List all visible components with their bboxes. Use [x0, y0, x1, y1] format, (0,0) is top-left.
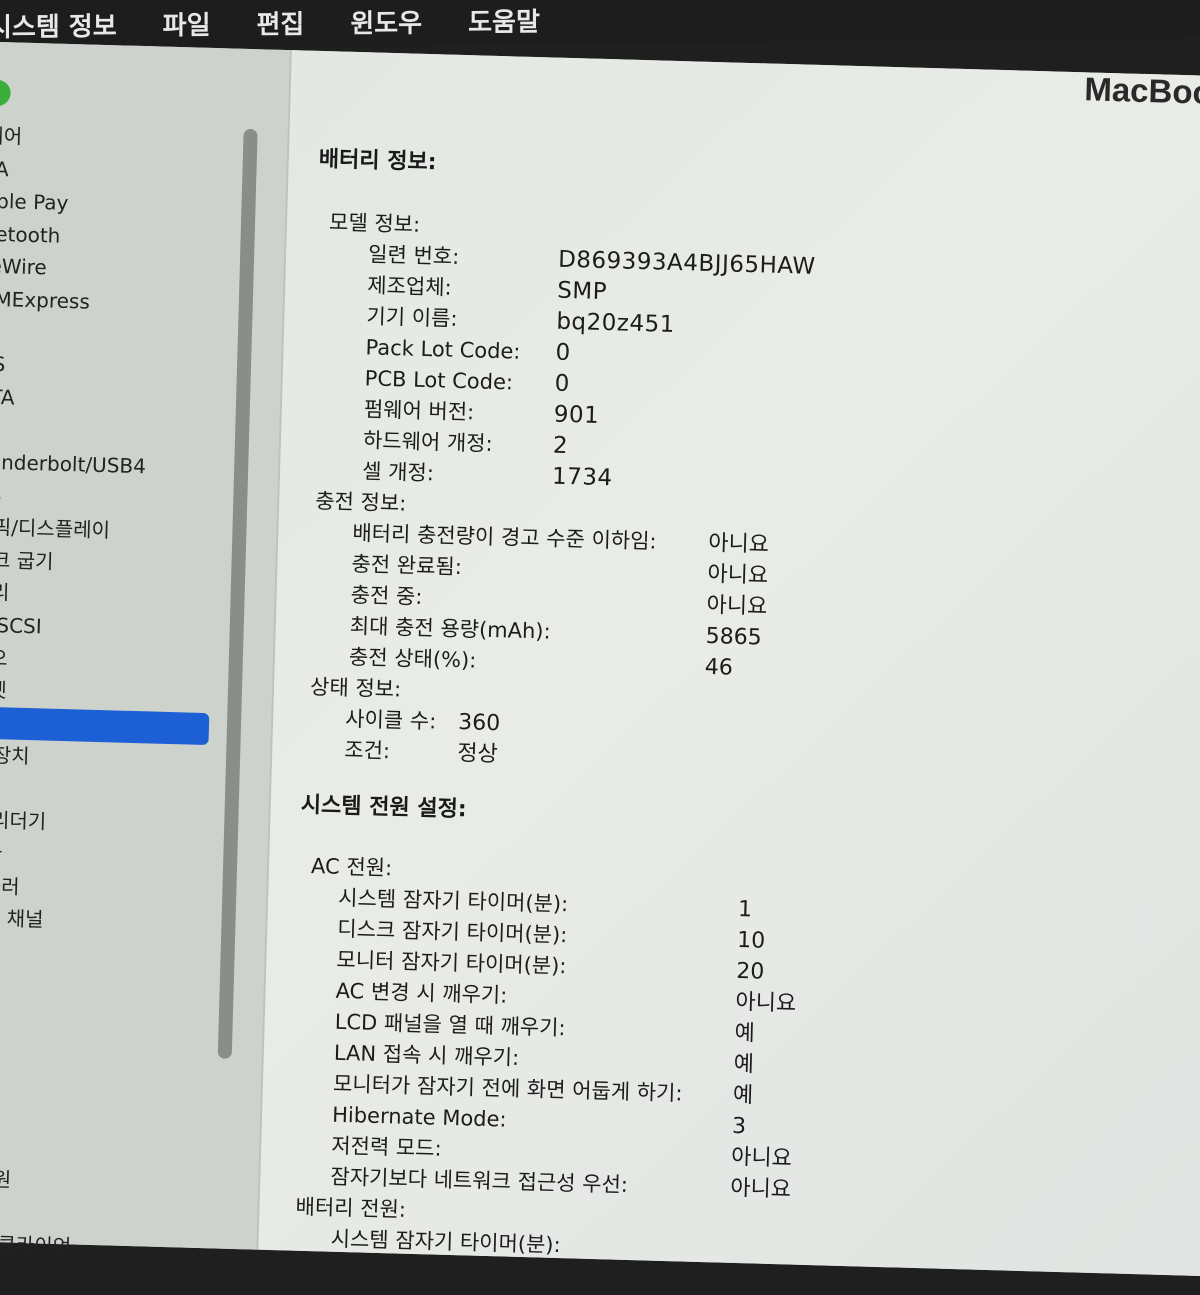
charge-info-rows: 배터리 충전량이 경고 수준 이하임:아니요충전 완료됨:아니요충전 중:아니요… [305, 517, 1200, 697]
info-label: 저전력 모드: [291, 1130, 442, 1165]
sidebar-item-label: 리형 클라이언 [0, 1231, 71, 1258]
info-value: 10 [737, 925, 766, 957]
sidebar-item-label: uetooth [0, 221, 61, 247]
sidebar-item-label: pple Pay [0, 189, 69, 215]
sidebar-item-label: 모리 [0, 580, 10, 605]
menu-edit[interactable]: 편집 [257, 3, 305, 41]
info-value: 5865 [705, 621, 762, 654]
info-value: 20 [736, 956, 765, 988]
sidebar-item-label: AS [0, 352, 6, 377]
info-value: 예 [734, 1018, 755, 1050]
info-value: 1 [738, 894, 753, 925]
power-report: 배터리 정보: 모델 정보: 일련 번호:D869393A4BJJ65HAW제조… [288, 143, 1200, 1279]
ac-power-rows: 시스템 잠자기 타이머(분):1디스크 잠자기 타이머(분):10모니터 잠자기… [290, 882, 1198, 1217]
info-label: 기기 이름: [314, 300, 458, 335]
info-label: 조건: [302, 734, 391, 767]
info-value: SMP [557, 276, 608, 308]
model-info-rows: 일련 번호:D869393A4BJJ65HAW제조업체:SMP기기 이름:bq2… [310, 238, 1200, 511]
info-value: 아니요 [730, 1173, 792, 1206]
menu-app-system-info[interactable]: 시스템 정보 [0, 5, 117, 43]
info-value: 예 [732, 1080, 753, 1112]
info-label: 사이클 수: [303, 703, 437, 738]
info-value: 아니요 [707, 559, 769, 592]
sidebar-item-label: 렬 SCSI [0, 612, 42, 638]
sidebar-item-label: 디오 [0, 645, 8, 670]
info-value: 정상 [457, 738, 498, 770]
info-value: 아니요 [731, 1142, 793, 1175]
menu-bar: 시스템 정보 파일 편집 윈도우 도움말 [0, 0, 1200, 50]
info-label: 펌웨어 버전: [311, 393, 474, 429]
info-value: 3 [732, 1111, 747, 1142]
sidebar-item-label: 웨어 [0, 124, 23, 149]
sidebar-item-label: reWire [0, 254, 47, 280]
info-label: 충전 중: [306, 579, 423, 613]
detail-pane: MacBook 배터리 정보: 모델 정보: 일련 번호:D869393A4BJ… [258, 50, 1200, 1276]
sidebar-item-label: 스크 굽기 [0, 547, 54, 573]
sidebar-item-label: 장 장치 [0, 743, 30, 769]
info-label: 제조업체: [315, 269, 452, 304]
sidebar-item-label: VMExpress [0, 287, 90, 314]
sidebar-item-label: 메라 [0, 840, 2, 865]
menu-file[interactable]: 파일 [163, 4, 211, 42]
menu-window[interactable]: 윈도우 [350, 2, 422, 40]
info-label: 셀 개정: [310, 455, 435, 489]
sidebar-item-label: 래픽/디스플레이 [0, 515, 110, 543]
info-value: 46 [704, 652, 733, 684]
info-value: 아니요 [708, 528, 770, 561]
sidebar: 웨어TApple PayuetoothreWireVMExpressCIASAT… [0, 41, 290, 1249]
info-label: 충전 완료됨: [307, 548, 462, 583]
menu-help[interactable]: 도움말 [468, 1, 540, 39]
sidebar-item-label: 이버 채널 [0, 906, 44, 932]
sidebar-item-label: v 지원 [0, 1166, 12, 1192]
info-value: 360 [458, 707, 501, 739]
sidebar-item-label: 트롤러 [0, 873, 20, 899]
sidebar-item-label: TA [0, 156, 9, 181]
info-value: 2 [552, 431, 568, 462]
sidebar-item-label: 더넷 [0, 678, 7, 703]
info-value: bq20z451 [556, 307, 675, 341]
window-title: MacBook [1084, 70, 1200, 112]
info-label: 하드웨어 개정: [311, 424, 493, 460]
sidebar-item-label: aunderbolt/USB4 [0, 449, 146, 478]
sidebar-item-label: SB [0, 482, 2, 507]
info-value: 0 [555, 338, 571, 369]
info-value: 901 [553, 400, 599, 432]
info-label: 시스템 잠자기 타이머(분): [288, 1223, 561, 1262]
info-value: 아니요 [735, 987, 797, 1020]
sidebar-item-label: 드 리더기 [0, 808, 47, 834]
info-value: 0 [554, 369, 570, 400]
info-value: 아니요 [706, 590, 768, 623]
system-info-window: 웨어TApple PayuetoothreWireVMExpressCIASAT… [0, 42, 1200, 1276]
info-label: 충전 상태(%): [305, 641, 477, 677]
info-value: 1734 [552, 462, 613, 495]
sidebar-item-label: ATA [0, 384, 15, 409]
zoom-window-button[interactable] [0, 80, 11, 107]
info-value: 예 [733, 1049, 754, 1081]
info-label: 일련 번호: [316, 238, 460, 273]
